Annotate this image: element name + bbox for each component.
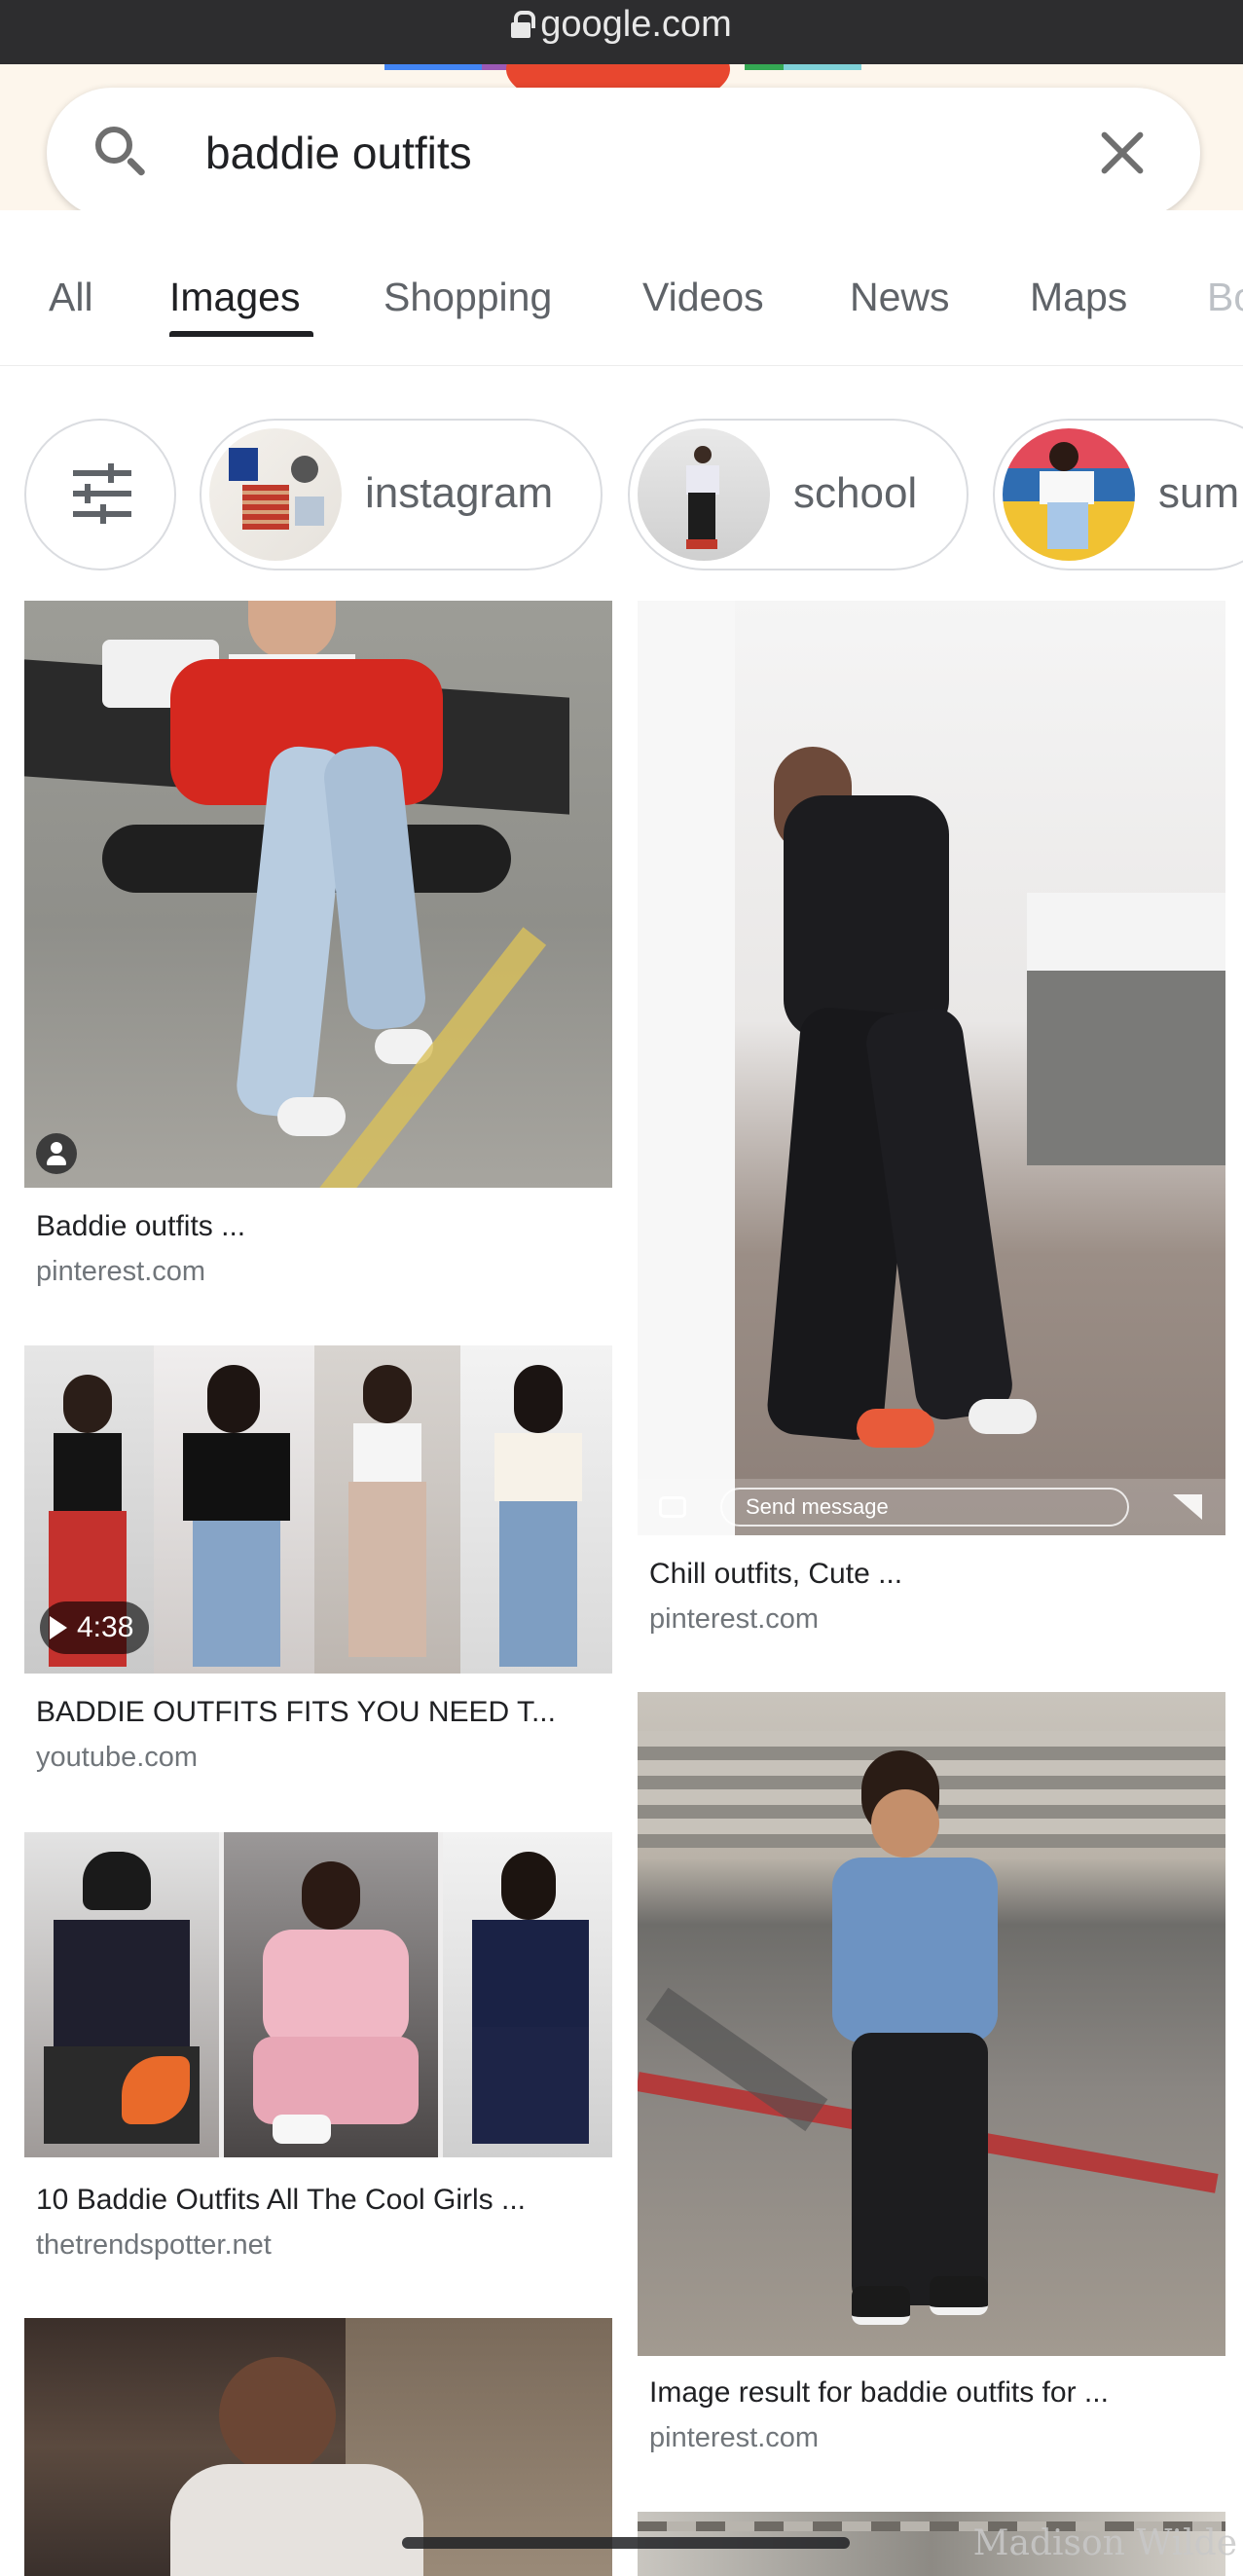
chip-label: school — [793, 469, 918, 517]
chip-label: instagram — [365, 469, 554, 517]
tab-news[interactable]: News — [850, 275, 950, 320]
result-title-4[interactable]: Image result for baddie outfits for ... — [649, 2376, 1109, 2410]
result-domain-3[interactable]: youtube.com — [36, 1742, 198, 1774]
watermark: Madison Wilde — [972, 2523, 1237, 2563]
browser-url-bar[interactable]: google.com — [0, 0, 1243, 64]
chip-thumbnail — [209, 428, 342, 561]
close-icon[interactable] — [1098, 129, 1147, 177]
result-domain-1[interactable]: pinterest.com — [36, 1256, 205, 1288]
send-message-field: Send message — [720, 1488, 1129, 1527]
url-display[interactable]: google.com — [0, 0, 1243, 49]
url-text: google.com — [540, 3, 732, 45]
send-icon — [1173, 1494, 1202, 1520]
chip-thumbnail — [1003, 428, 1135, 561]
search-box[interactable] — [47, 88, 1200, 218]
camera-icon — [659, 1496, 686, 1518]
video-duration: 4:38 — [77, 1611, 134, 1643]
search-input[interactable] — [205, 117, 984, 189]
person-icon — [36, 1133, 77, 1174]
chip-thumbnail — [638, 428, 770, 561]
tab-shopping[interactable]: Shopping — [384, 275, 552, 320]
google-doodle[interactable] — [384, 64, 861, 88]
tune-icon — [73, 463, 131, 524]
result-domain-5[interactable]: thetrendspotter.net — [36, 2229, 272, 2262]
tab-books[interactable]: Bo — [1207, 275, 1243, 320]
result-image-1[interactable] — [24, 601, 612, 1188]
tab-images[interactable]: Images — [169, 275, 300, 320]
result-title-3[interactable]: BADDIE OUTFITS FITS YOU NEED T... — [36, 1696, 556, 1729]
play-icon — [50, 1616, 67, 1639]
chip-instagram[interactable]: instagram — [200, 419, 603, 570]
result-image-5[interactable] — [24, 1832, 612, 2157]
result-image-2[interactable]: Send message — [638, 601, 1225, 1535]
tab-all[interactable]: All — [49, 275, 93, 320]
result-domain-4[interactable]: pinterest.com — [649, 2422, 819, 2454]
chip-summer[interactable]: sum — [993, 419, 1243, 570]
result-domain-2[interactable]: pinterest.com — [649, 1603, 819, 1636]
instagram-message-bar: Send message — [638, 1479, 1225, 1535]
home-indicator[interactable] — [402, 2537, 850, 2549]
chip-label: sum — [1158, 469, 1240, 517]
result-title-2[interactable]: Chill outfits, Cute ... — [649, 1558, 902, 1591]
search-icon[interactable] — [95, 127, 150, 181]
search-tabs: All Images Shopping Videos News Maps Bo — [0, 210, 1243, 366]
result-image-4[interactable] — [638, 1692, 1225, 2356]
active-tab-indicator — [169, 331, 313, 337]
filter-chip-tools[interactable] — [24, 419, 176, 570]
result-title-1[interactable]: Baddie outfits ... — [36, 1210, 245, 1243]
chip-school[interactable]: school — [628, 419, 969, 570]
result-image-3[interactable]: 4:38 — [24, 1345, 612, 1674]
tab-videos[interactable]: Videos — [642, 275, 764, 320]
tab-maps[interactable]: Maps — [1030, 275, 1127, 320]
result-title-5[interactable]: 10 Baddie Outfits All The Cool Girls ... — [36, 2184, 526, 2217]
lock-icon — [511, 11, 536, 38]
video-duration-badge: 4:38 — [40, 1601, 150, 1654]
